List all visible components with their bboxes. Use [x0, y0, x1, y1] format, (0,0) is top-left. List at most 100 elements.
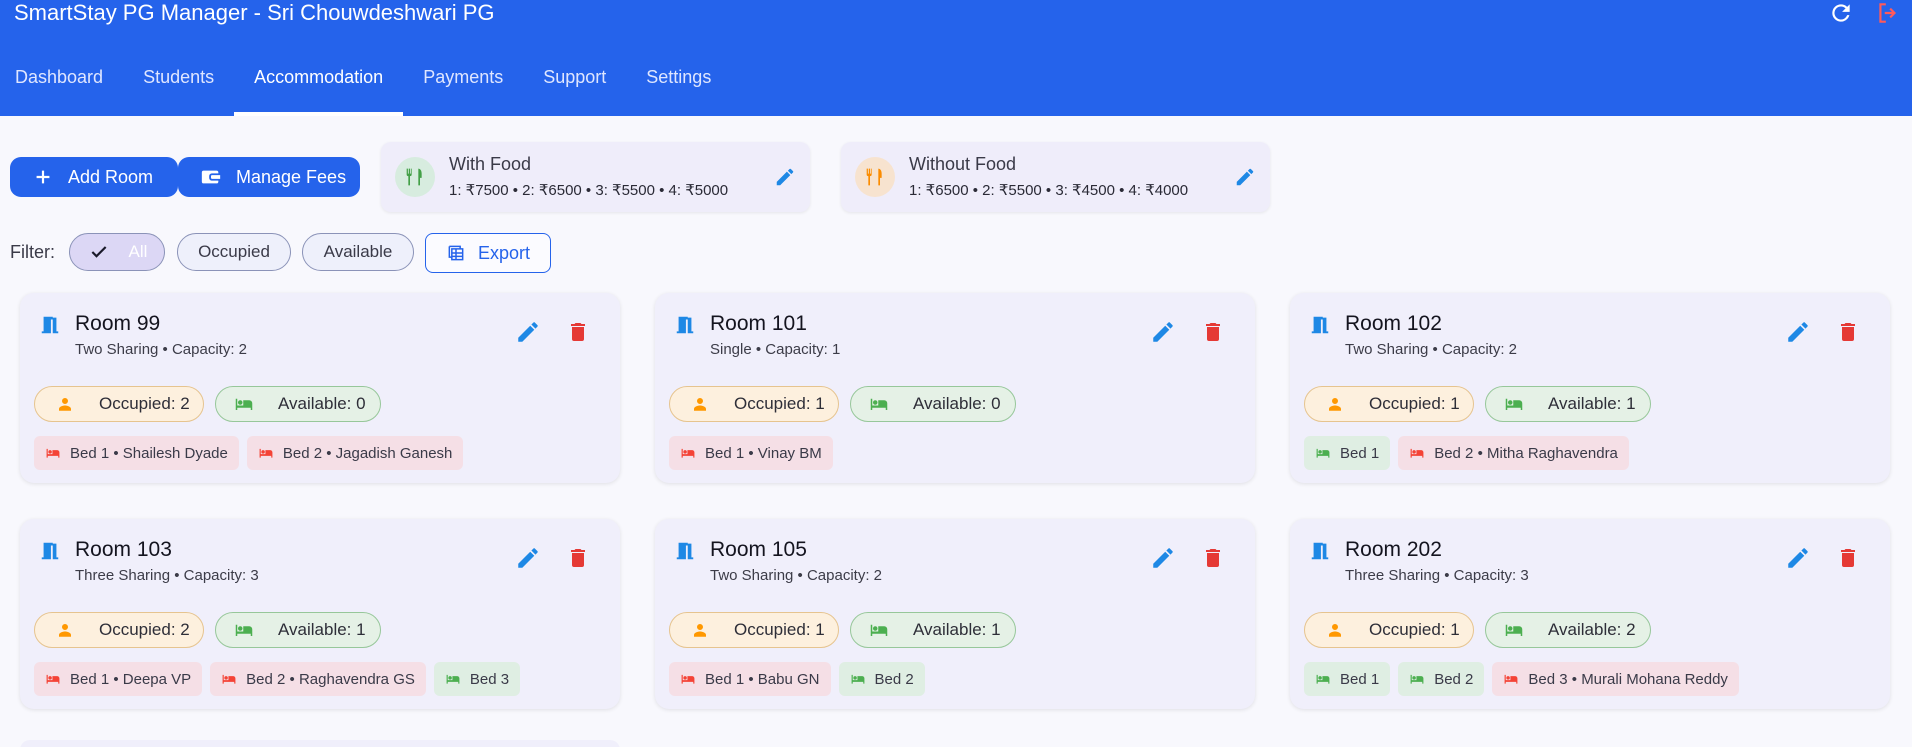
- filter-label: Filter:: [10, 242, 55, 262]
- bed-chip: Bed 1: [1304, 662, 1391, 696]
- bed-chip: Bed 1: [1304, 436, 1391, 470]
- with-food-prices: 1: ₹7500 • 2: ₹6500 • 3: ₹5500 • 4: ₹500…: [449, 182, 729, 199]
- filter-all-label: All: [128, 242, 148, 261]
- room-name: Room 102: [1345, 312, 1442, 335]
- room-card-partial: [20, 740, 620, 747]
- edit-room-icon[interactable]: [515, 545, 541, 571]
- room-card: Room 102 Two Sharing • Capacity: 2 Occupie…: [1290, 293, 1890, 483]
- bed-icon: [681, 674, 695, 684]
- occupied-count-badge: Occupied: 2: [34, 386, 204, 422]
- edit-room-icon[interactable]: [1785, 319, 1811, 345]
- door-icon: [41, 316, 59, 334]
- without-food-card: Without Food 1: ₹6500 • 2: ₹5500 • 3: ₹4…: [841, 142, 1270, 212]
- room-name: Room 202: [1345, 538, 1442, 561]
- tab-settings[interactable]: Settings: [626, 56, 731, 116]
- edit-icon[interactable]: [1234, 166, 1256, 188]
- manage-fees-button[interactable]: Manage Fees: [178, 157, 360, 197]
- bed-label: Bed 3: [469, 670, 510, 688]
- tab-payments[interactable]: Payments: [403, 56, 523, 116]
- bed-label: Bed 1: [1340, 444, 1380, 462]
- bed-label: Bed 3 • Murali Mohana Reddy: [1528, 670, 1728, 688]
- person-icon: [59, 624, 71, 637]
- add-room-button[interactable]: Add Room: [10, 157, 178, 197]
- occupied-count: Occupied: 1: [1369, 394, 1460, 413]
- available-count-badge: Available: 1: [1485, 386, 1651, 422]
- bed-label: Bed 1 • Shailesh Dyade: [70, 444, 228, 462]
- export-button[interactable]: Export: [425, 233, 551, 273]
- filter-chip-all[interactable]: All: [69, 233, 165, 271]
- edit-icon[interactable]: [774, 166, 796, 188]
- edit-room-icon[interactable]: [1150, 545, 1176, 571]
- door-icon: [1311, 316, 1329, 334]
- bed-icon: [446, 674, 460, 684]
- room-meta: Three Sharing • Capacity: 3: [75, 567, 259, 584]
- tab-students[interactable]: Students: [123, 56, 234, 116]
- refresh-icon[interactable]: [1828, 0, 1854, 26]
- delete-room-icon[interactable]: [1201, 319, 1225, 345]
- bed-icon: [259, 448, 273, 458]
- export-label: Export: [477, 242, 531, 263]
- bed-list: Bed 1 Bed 2 Bed 3 • Murali Mohana Reddy: [1304, 662, 1739, 696]
- app-title: SmartStay PG Manager - Sri Chouwdeshwari…: [14, 0, 495, 25]
- manage-fees-label: Manage Fees: [236, 166, 347, 187]
- tab-dashboard[interactable]: Dashboard: [0, 56, 123, 116]
- bed-label: Bed 2 • Jagadish Ganesh: [282, 444, 453, 462]
- delete-room-icon[interactable]: [566, 545, 590, 571]
- available-count: Available: 1: [278, 620, 366, 639]
- bed-icon: [46, 674, 60, 684]
- delete-room-icon[interactable]: [1836, 319, 1860, 345]
- edit-room-icon[interactable]: [1150, 319, 1176, 345]
- delete-room-icon[interactable]: [1836, 545, 1860, 571]
- bed-icon: [1505, 398, 1523, 410]
- tab-accommodation[interactable]: Accommodation: [234, 56, 404, 116]
- bed-chip: Bed 3: [433, 662, 521, 696]
- bed-list: Bed 1 Bed 2 • Mitha Raghavendra: [1304, 436, 1629, 470]
- delete-room-icon[interactable]: [566, 319, 590, 345]
- room-card: Room 101 Single • Capacity: 1 Occupied: 1 A…: [655, 293, 1255, 483]
- filter-chip-occupied[interactable]: Occupied: [177, 233, 291, 271]
- occupied-count-badge: Occupied: 2: [34, 612, 204, 648]
- bed-list: Bed 1 • Babu GN Bed 2: [669, 662, 925, 696]
- bed-icon: [235, 624, 253, 636]
- bed-chip: Bed 2 • Raghavendra GS: [210, 662, 426, 696]
- delete-room-icon[interactable]: [1201, 545, 1225, 571]
- occupied-count-badge: Occupied: 1: [1304, 612, 1474, 648]
- room-name: Room 99: [75, 312, 161, 335]
- room-name: Room 101: [710, 312, 807, 335]
- edit-room-icon[interactable]: [1785, 545, 1811, 571]
- available-count-badge: Available: 1: [215, 612, 381, 648]
- bed-list: Bed 1 • Shailesh Dyade Bed 2 • Jagadish G…: [34, 436, 464, 470]
- logout-icon[interactable]: [1874, 0, 1902, 26]
- edit-room-icon[interactable]: [515, 319, 541, 345]
- occupied-count-badge: Occupied: 1: [669, 386, 839, 422]
- restaurant-icon: [406, 168, 422, 186]
- room-meta: Two Sharing • Capacity: 2: [1345, 341, 1518, 358]
- with-food-title: With Food: [449, 154, 532, 174]
- bed-icon: [1410, 448, 1424, 458]
- tab-support[interactable]: Support: [523, 56, 626, 116]
- room-card: Room 202 Three Sharing • Capacity: 3 Occup…: [1290, 519, 1890, 709]
- add-room-label: Add Room: [68, 166, 154, 187]
- available-count: Available: 2: [1548, 620, 1636, 639]
- plus-icon: [36, 170, 50, 184]
- bed-icon: [870, 398, 888, 410]
- room-name: Room 103: [75, 538, 172, 561]
- bed-label: Bed 1: [1340, 670, 1380, 688]
- available-count: Available: 1: [913, 620, 1001, 639]
- door-icon: [676, 316, 694, 334]
- room-meta: Two Sharing • Capacity: 2: [75, 341, 248, 358]
- with-food-card: With Food 1: ₹7500 • 2: ₹6500 • 3: ₹5500…: [381, 142, 810, 212]
- occupied-count: Occupied: 2: [99, 394, 190, 413]
- bed-chip: Bed 2: [1398, 662, 1485, 696]
- bed-icon: [1410, 674, 1424, 684]
- door-icon: [676, 542, 694, 560]
- filter-chip-available[interactable]: Available: [302, 233, 414, 271]
- door-icon: [41, 542, 59, 560]
- room-meta: Single • Capacity: 1: [710, 341, 841, 358]
- person-icon: [1329, 398, 1341, 411]
- bed-chip: Bed 1 • Babu GN: [669, 662, 831, 696]
- available-count: Available: 0: [913, 394, 1001, 413]
- bed-label: Bed 1 • Deepa VP: [70, 670, 192, 688]
- occupied-count: Occupied: 1: [734, 394, 825, 413]
- bed-icon: [46, 448, 60, 458]
